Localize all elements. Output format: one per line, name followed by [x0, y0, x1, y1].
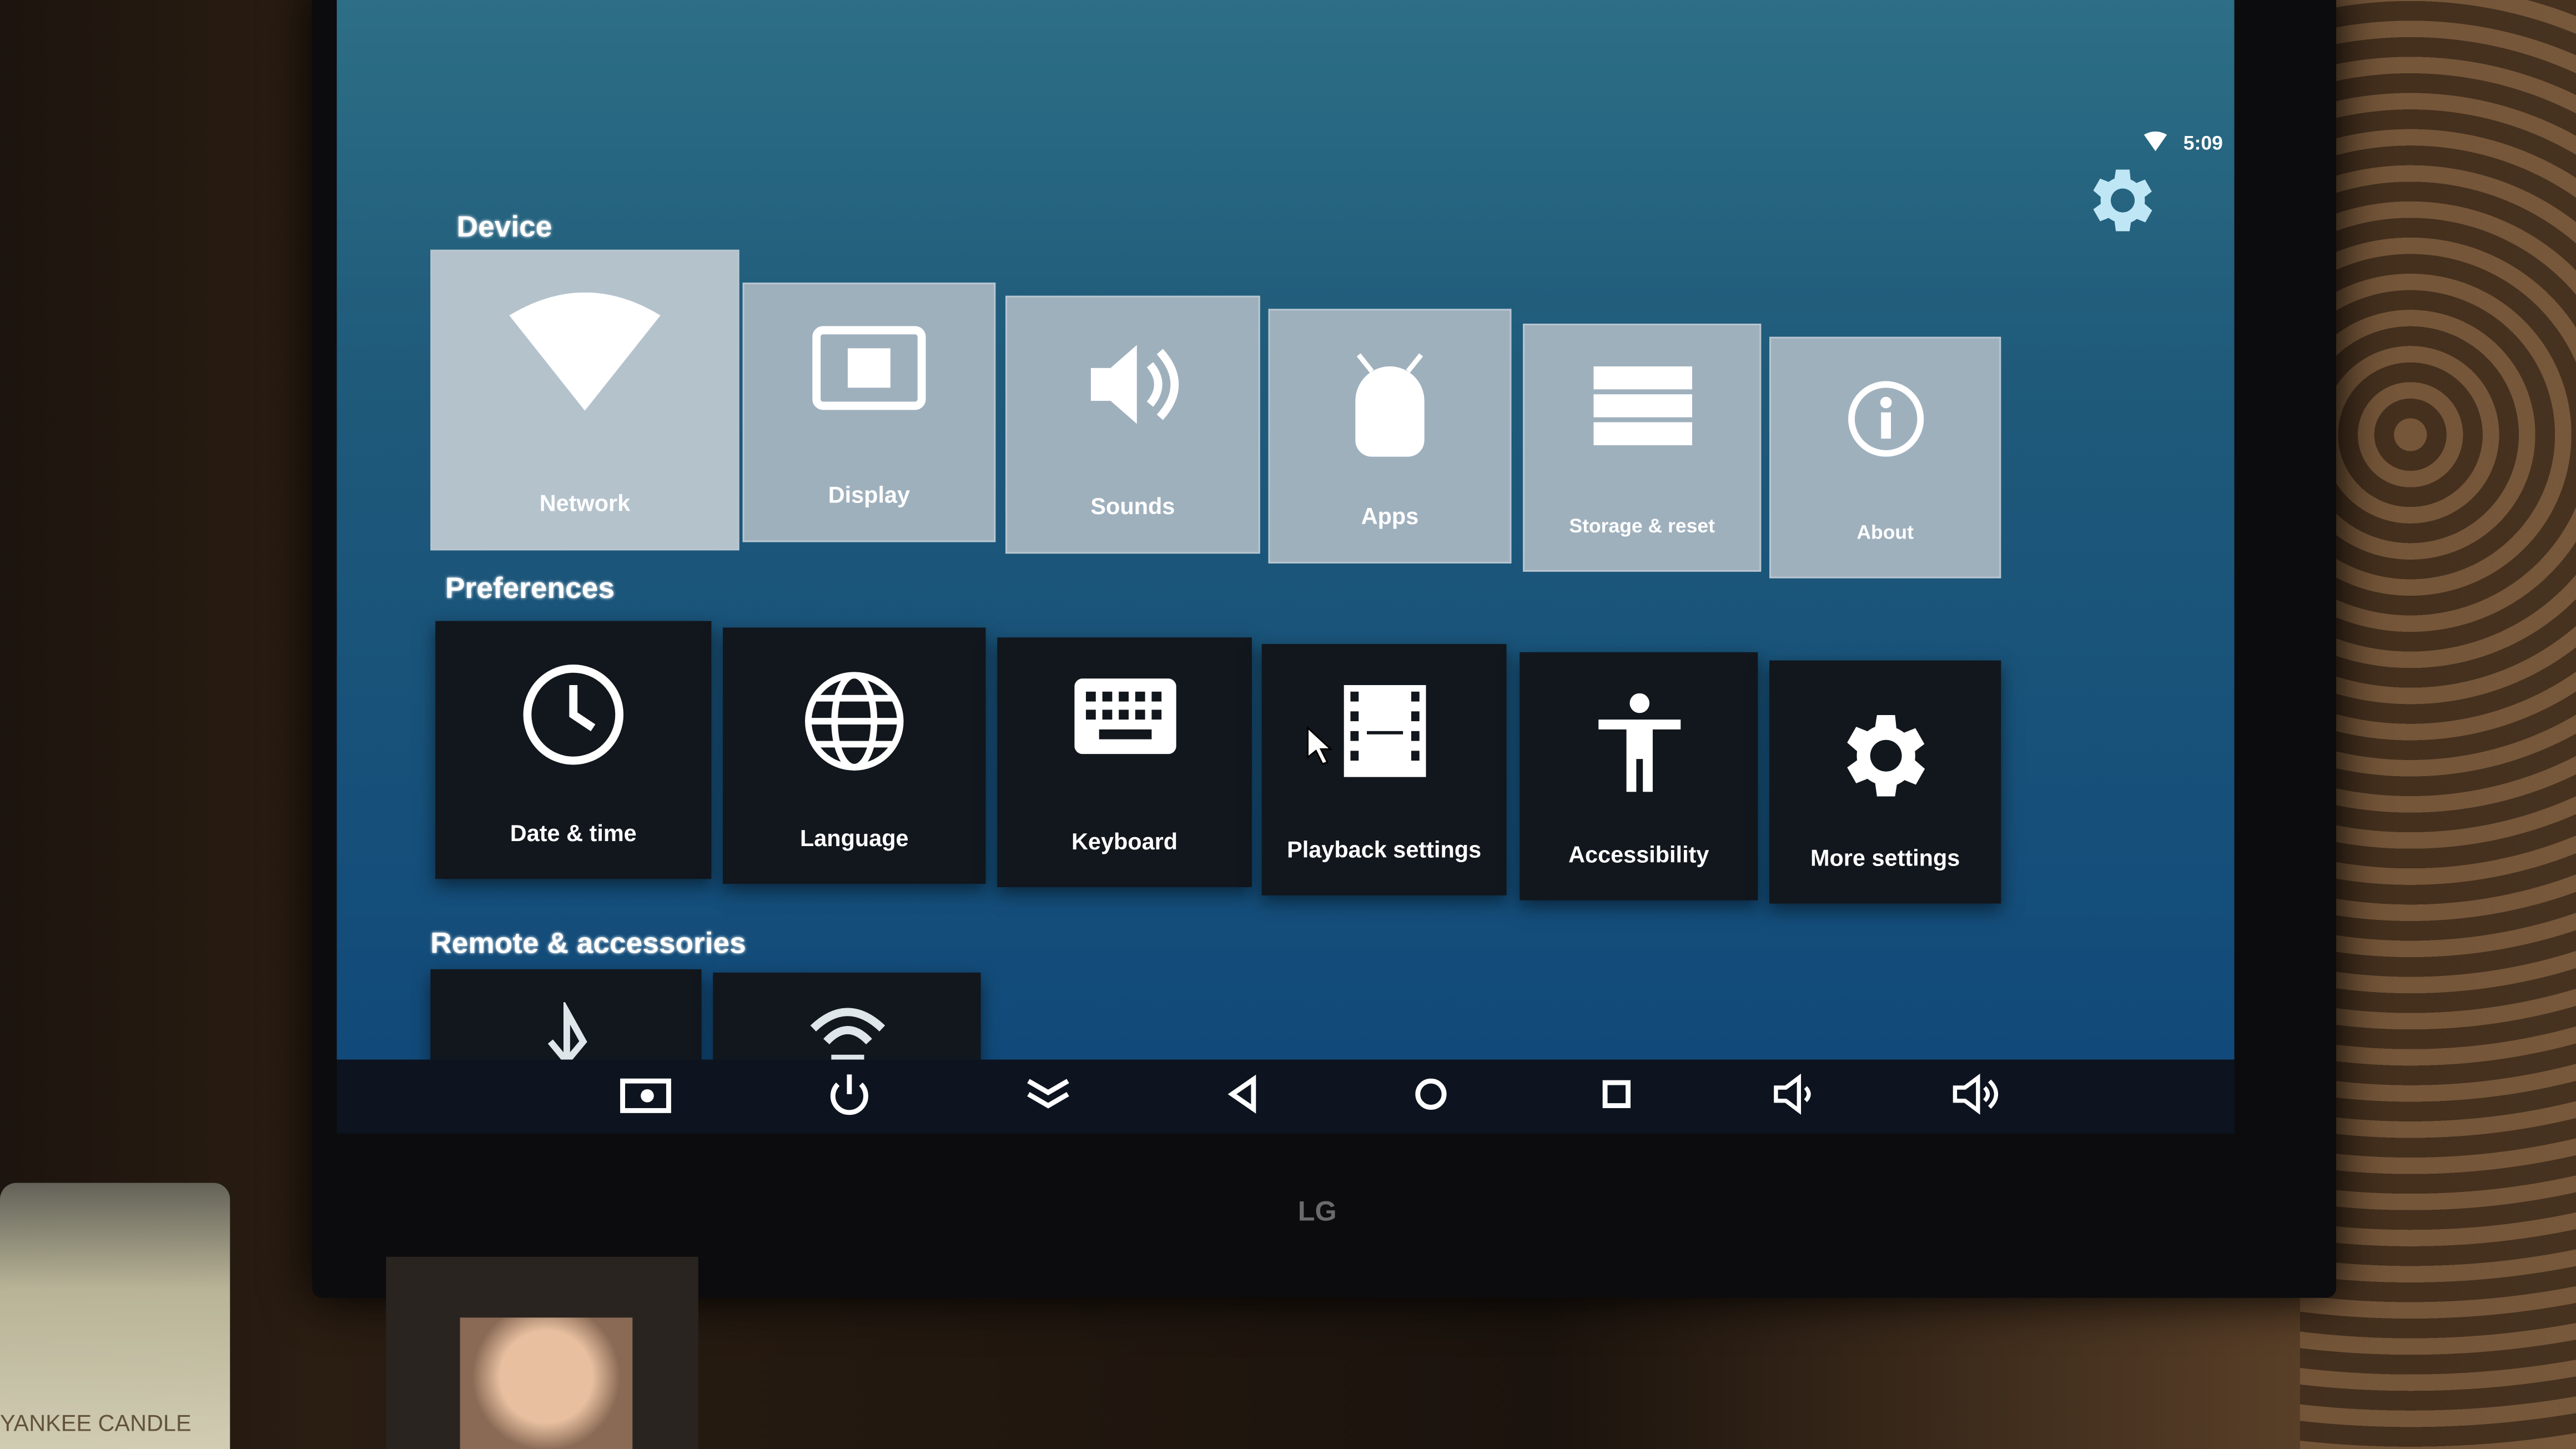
collapse-icon[interactable] — [1022, 1071, 1075, 1117]
info-icon — [1847, 381, 1923, 457]
recents-icon[interactable] — [1591, 1071, 1643, 1117]
tile-remote[interactable] — [713, 972, 981, 1060]
candle-label: YANKEE CANDLE — [0, 1409, 192, 1436]
tile-label: More settings — [1810, 844, 1960, 871]
wifi-icon — [2144, 131, 2167, 152]
power-icon[interactable] — [823, 1071, 876, 1117]
tile-playback-settings[interactable]: Playback settings — [1261, 644, 1507, 895]
wallpaper — [2300, 0, 2576, 1449]
tile-label: Network — [539, 489, 631, 516]
back-icon[interactable] — [1217, 1071, 1270, 1117]
home-icon[interactable] — [1405, 1071, 1457, 1117]
display-icon — [812, 326, 926, 410]
mouse-cursor-icon — [1307, 726, 1332, 765]
section-title-device: Device — [456, 210, 552, 243]
section-title-remote: Remote & accessories — [430, 926, 746, 960]
tile-storage[interactable]: Storage & reset — [1523, 323, 1762, 572]
tile-language[interactable]: Language — [723, 627, 986, 884]
tile-display[interactable]: Display — [742, 282, 996, 542]
accessibility-icon — [1597, 693, 1680, 792]
speaker-icon — [1090, 345, 1178, 424]
photo-scene: 5:09 Device Preferences Remote & accesso… — [0, 0, 2576, 1449]
tile-label: Display — [828, 481, 910, 508]
storage-icon — [1592, 366, 1692, 445]
candle-jar: YANKEE CANDLE — [0, 1183, 230, 1449]
tv-brand-logo: LG — [1297, 1196, 1337, 1227]
globe-icon — [805, 672, 904, 771]
tile-apps[interactable]: Apps — [1268, 309, 1512, 564]
tile-more-settings[interactable]: More settings — [1769, 660, 2001, 904]
section-title-preferences: Preferences — [445, 571, 615, 605]
tile-about[interactable]: About — [1769, 336, 2001, 578]
tile-sounds[interactable]: Sounds — [1005, 295, 1260, 554]
remote-signal-icon — [809, 1008, 884, 1060]
tile-label: Date & time — [510, 819, 637, 846]
screenshot-icon[interactable] — [620, 1071, 672, 1117]
tv-screen: 5:09 Device Preferences Remote & accesso… — [336, 0, 2235, 1060]
bluetooth-icon — [547, 1002, 587, 1060]
tile-network[interactable]: Network — [430, 249, 739, 551]
status-time: 5:09 — [2183, 131, 2223, 155]
tile-label: Storage & reset — [1569, 514, 1715, 537]
photo — [460, 1317, 633, 1449]
tile-label: Sounds — [1090, 492, 1175, 520]
tile-keyboard[interactable]: Keyboard — [997, 637, 1252, 887]
tile-date-time[interactable]: Date & time — [435, 621, 712, 879]
tile-accessibility[interactable]: Accessibility — [1520, 652, 1758, 900]
android-icon — [1355, 353, 1425, 457]
wifi-icon — [509, 292, 661, 411]
volume-down-icon[interactable] — [1769, 1071, 1822, 1117]
tile-label: Keyboard — [1071, 828, 1178, 854]
tile-label: Language — [799, 824, 909, 851]
tile-label: About — [1856, 521, 1914, 544]
tile-label: Accessibility — [1568, 841, 1709, 868]
clock-icon — [523, 664, 624, 765]
settings-gear-icon[interactable] — [2078, 159, 2160, 242]
tile-label: Apps — [1361, 502, 1419, 529]
gear-icon — [1846, 715, 1924, 797]
tile-label: Playback settings — [1287, 836, 1482, 863]
film-icon — [1343, 685, 1426, 777]
keyboard-icon — [1073, 678, 1176, 754]
volume-up-icon[interactable] — [1949, 1071, 2001, 1117]
tile-bluetooth[interactable] — [430, 969, 702, 1060]
